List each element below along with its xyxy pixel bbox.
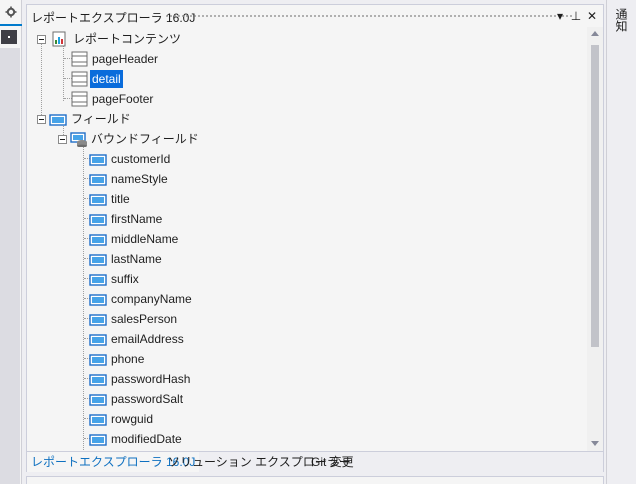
panel-title-bar: レポートエクスプローラ 16.0J ▾ ⊥ ✕ bbox=[27, 5, 603, 27]
collapse-toggle[interactable] bbox=[37, 115, 46, 124]
field-icon bbox=[89, 214, 107, 226]
field-icon bbox=[89, 274, 107, 286]
panel-tab-strip: レポートエクスプローラ 16.0J ソリューション エクスプローラー Git 変… bbox=[27, 451, 603, 472]
close-icon[interactable]: ✕ bbox=[585, 8, 599, 24]
tree-node-label: pageHeader bbox=[92, 52, 159, 66]
field-icon bbox=[89, 314, 107, 326]
field-icon bbox=[89, 414, 107, 426]
tree-node-label: suffix bbox=[111, 272, 139, 286]
field-icon bbox=[89, 174, 107, 186]
report-icon bbox=[52, 31, 66, 47]
field-icon bbox=[89, 154, 107, 166]
field-icon bbox=[89, 434, 107, 446]
field-icon bbox=[49, 114, 67, 126]
tree-node-label: nameStyle bbox=[111, 172, 168, 186]
section-icon bbox=[71, 71, 88, 87]
tree-node-label: modifiedDate bbox=[111, 432, 182, 446]
field-icon bbox=[89, 334, 107, 346]
left-editor-area bbox=[0, 48, 20, 484]
field-icon bbox=[89, 234, 107, 246]
dropdown-icon[interactable]: ▾ bbox=[553, 8, 567, 24]
tree-node-label: customerId bbox=[111, 152, 171, 166]
field-icon bbox=[89, 374, 107, 386]
tree-node-label: phone bbox=[111, 352, 145, 366]
tree-node-label: pageFooter bbox=[92, 92, 154, 106]
section-icon bbox=[71, 51, 88, 67]
left-tool-strip bbox=[0, 0, 22, 484]
tree-node-label: lastName bbox=[111, 252, 162, 266]
field-icon bbox=[89, 354, 107, 366]
scroll-down-icon[interactable] bbox=[591, 441, 599, 446]
tree-node-label-selected: detail bbox=[90, 70, 123, 88]
tab-git-changes[interactable]: Git 変更 bbox=[307, 452, 358, 472]
section-icon bbox=[71, 91, 88, 107]
tree-node-label: passwordHash bbox=[111, 372, 191, 386]
tree-line bbox=[41, 37, 42, 121]
report-tree[interactable]: レポートコンテンツ pageHeader detail pageFooter フ… bbox=[27, 27, 603, 451]
lower-panel-edge bbox=[26, 476, 604, 484]
scroll-up-icon[interactable] bbox=[591, 31, 599, 36]
tree-node-label: salesPerson bbox=[111, 312, 178, 326]
field-icon bbox=[89, 194, 107, 206]
field-icon bbox=[89, 254, 107, 266]
tree-node-label: middleName bbox=[111, 232, 179, 246]
tree-node-label: firstName bbox=[111, 212, 163, 226]
database-icon bbox=[70, 132, 87, 147]
tree-node-label: title bbox=[111, 192, 130, 206]
tree-node-label: emailAddress bbox=[111, 332, 184, 346]
scroll-thumb[interactable] bbox=[591, 45, 599, 347]
field-icon bbox=[89, 294, 107, 306]
vertical-scrollbar[interactable] bbox=[587, 27, 603, 451]
active-indicator bbox=[0, 24, 22, 26]
notifications-tab[interactable]: 通知 bbox=[614, 8, 630, 32]
collapse-toggle[interactable] bbox=[58, 135, 67, 144]
tree-node-label: companyName bbox=[111, 292, 192, 306]
gear-icon[interactable] bbox=[5, 6, 17, 18]
report-explorer-panel: レポートエクスプローラ 16.0J ▾ ⊥ ✕ レポートコンテンツ pageHe… bbox=[26, 4, 604, 472]
right-tool-strip: 通知 bbox=[606, 0, 636, 484]
tree-line bbox=[63, 46, 64, 101]
tree-node-label: レポートコンテンツ bbox=[73, 32, 182, 46]
tree-node-label: バウンドフィールド bbox=[91, 132, 199, 146]
field-icon bbox=[89, 394, 107, 406]
pin-icon[interactable]: ⊥ bbox=[569, 8, 583, 24]
tree-node-label: rowguid bbox=[111, 412, 154, 426]
collapse-toggle[interactable] bbox=[37, 35, 46, 44]
tree-node-label: フィールド bbox=[71, 112, 131, 126]
tree-node-label: passwordSalt bbox=[111, 392, 184, 406]
title-grip bbox=[165, 14, 573, 19]
collapsed-panel-tab[interactable] bbox=[1, 30, 17, 44]
